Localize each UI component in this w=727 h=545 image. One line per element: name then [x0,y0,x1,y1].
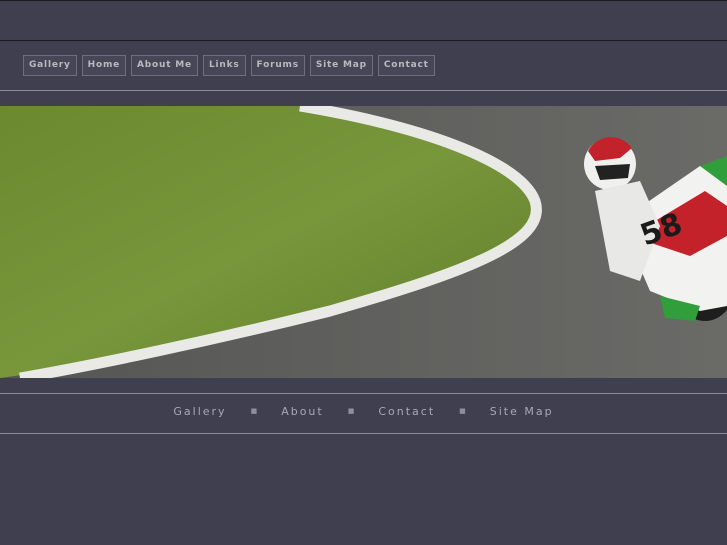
footer-separator: ■ [250,407,258,415]
nav-contact-button[interactable]: Contact [377,55,435,76]
nav-links-button[interactable]: Links [202,55,246,76]
top-border [0,0,727,1]
footer-about-link[interactable]: About [281,405,324,418]
footer-site-map-link[interactable]: Site Map [490,405,554,418]
footer-separator: ■ [459,407,466,415]
nav-site-map-button[interactable]: Site Map [309,55,373,76]
nav-home-button[interactable]: Home [81,55,127,76]
footer-bottom-divider [0,433,727,434]
header-divider [0,40,727,41]
footer-gallery-link[interactable]: Gallery [173,405,226,418]
footer-separator: ■ [347,407,355,415]
nav-divider [0,90,727,91]
top-navigation: Gallery Home About Me Links Forums Site … [23,55,435,76]
nav-gallery-button[interactable]: Gallery [23,55,77,76]
footer-top-divider [0,393,727,394]
nav-about-me-button[interactable]: About Me [131,55,198,76]
footer-contact-link[interactable]: Contact [378,405,435,418]
hero-motorcycle-image: 58 [0,106,727,378]
nav-forums-button[interactable]: Forums [250,55,305,76]
page: Gallery Home About Me Links Forums Site … [0,0,727,545]
footer-navigation: Gallery ■ About ■ Contact ■ Site Map [0,405,727,418]
